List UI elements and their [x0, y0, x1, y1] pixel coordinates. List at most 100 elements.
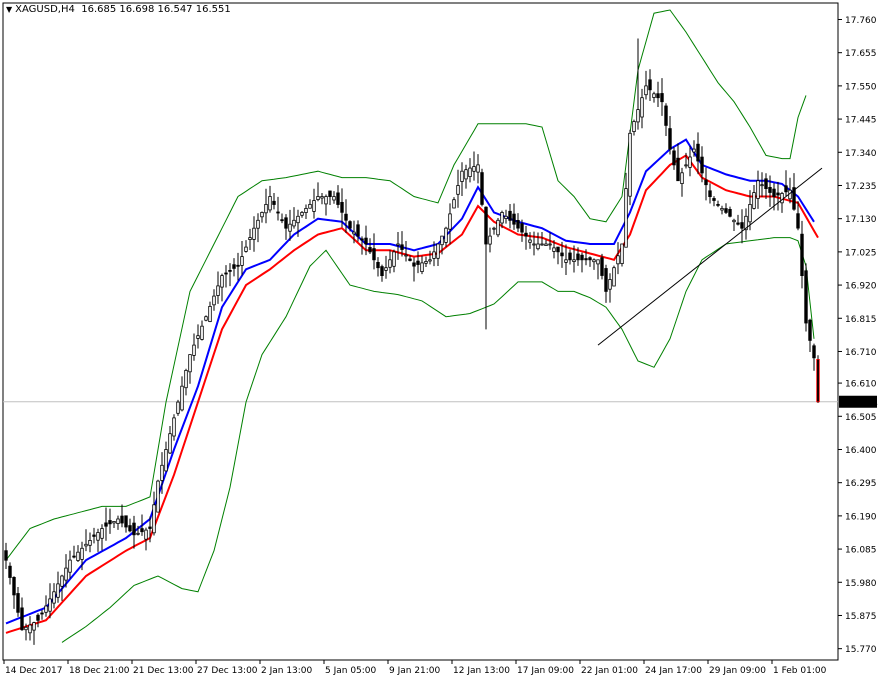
candle-body [696, 143, 700, 162]
candle-body [276, 211, 280, 214]
candle-body [40, 612, 44, 615]
candle-body [348, 221, 352, 229]
candle-body [564, 259, 568, 263]
ohlc-readout: 16.685 16.698 16.547 16.551 [81, 4, 231, 15]
x-axis-tick-label: 22 Jan 01:00 [581, 666, 638, 676]
candle-body [540, 243, 544, 246]
candle-body [784, 185, 788, 193]
candle-body [416, 260, 420, 265]
candle-body [580, 254, 584, 261]
candle-body [776, 192, 780, 196]
candle-body [692, 148, 696, 153]
candle-body [180, 385, 184, 411]
candle-body [800, 233, 804, 276]
candle-body [88, 540, 92, 546]
y-axis-tick-label: 16.295 [845, 479, 877, 489]
candle-body [424, 260, 428, 264]
candle-body [136, 532, 140, 535]
candle-body [28, 624, 32, 634]
candle-body [628, 132, 632, 197]
candle-body [560, 252, 564, 257]
candle-body [8, 565, 12, 578]
candle-body [172, 417, 176, 437]
candle-body [552, 247, 556, 252]
candle-body [472, 166, 476, 172]
candle-body [392, 251, 396, 267]
price-chart[interactable]: 17.760 17.655 17.550 17.445 17.340 17.235 17.1… [0, 0, 880, 680]
x-axis-tick-label: 14 Dec 2017 [5, 666, 63, 676]
candle-body [384, 267, 388, 271]
candle-body [220, 275, 224, 288]
candle-body [388, 259, 392, 268]
candle-body [328, 190, 332, 197]
y-axis-tick-label: 17.130 [845, 215, 877, 225]
candle-body [756, 180, 760, 199]
candle-body [404, 254, 408, 257]
candle-body [688, 156, 692, 168]
candle-body [468, 167, 472, 178]
candle-body [152, 504, 156, 534]
candle-body [124, 515, 128, 528]
x-axis-tick-label: 27 Dec 13:00 [197, 666, 258, 676]
x-axis-tick-label: 5 Jan 05:00 [325, 666, 377, 676]
candle-body [364, 237, 368, 245]
candle-body [228, 269, 232, 272]
candle-body [684, 164, 688, 167]
candle-body [768, 186, 772, 193]
candle-body [208, 305, 212, 322]
candle-body [292, 219, 296, 227]
candle-body [632, 121, 636, 133]
candle-body [368, 247, 372, 253]
candle-body [24, 626, 28, 631]
candle-body [312, 200, 316, 212]
candle-body [316, 196, 320, 200]
candle-body [436, 243, 440, 259]
candle-body [576, 253, 580, 261]
candle-body [584, 258, 588, 261]
candle-body [296, 215, 300, 224]
y-axis-tick-label: 17.445 [845, 116, 877, 126]
candle-body [300, 211, 304, 216]
candle-body [60, 575, 64, 587]
candle-body [528, 239, 532, 243]
chart-header: ▼ XAGUSD,H4 16.685 16.698 16.547 16.551 [6, 4, 231, 15]
candle-body [412, 262, 416, 267]
candle-body [492, 227, 496, 230]
chart-window[interactable]: 17.760 17.655 17.550 17.445 17.340 17.235 17.1… [0, 0, 880, 680]
candle-body [12, 577, 16, 596]
candle-body [736, 222, 740, 225]
candle-body [100, 528, 104, 539]
candle-body [200, 325, 204, 340]
candle-body [676, 157, 680, 182]
candle-body [532, 243, 536, 246]
candle-body [108, 520, 112, 525]
candle-body [652, 93, 656, 98]
x-axis-tick-label: 1 Feb 01:00 [773, 666, 827, 676]
candle-body [512, 213, 516, 225]
candle-body [680, 172, 684, 185]
candle-body [80, 547, 84, 560]
candle-body [304, 207, 308, 213]
candle-body [84, 543, 88, 547]
candle-body [596, 259, 600, 265]
symbol-label: XAGUSD,H4 [15, 4, 75, 15]
candle-body [36, 614, 40, 621]
y-axis-tick-label: 16.815 [845, 315, 877, 325]
current-price-label: 16.551 [843, 398, 878, 408]
candle-body [748, 203, 752, 223]
triangle-down-icon[interactable]: ▼ [6, 5, 12, 14]
candle-body [336, 192, 340, 205]
candle-body [176, 401, 180, 414]
candle-body [636, 109, 640, 123]
candle-body [816, 358, 820, 403]
candle-body [96, 532, 100, 541]
candle-body [476, 164, 480, 173]
candle-body [192, 344, 196, 356]
y-axis-tick-label: 17.025 [845, 248, 877, 258]
candle-body [604, 268, 608, 292]
candle-body [308, 203, 312, 209]
candle-body [396, 243, 400, 246]
candle-body [272, 200, 276, 205]
candle-body [380, 266, 384, 277]
candle-body [68, 559, 72, 573]
